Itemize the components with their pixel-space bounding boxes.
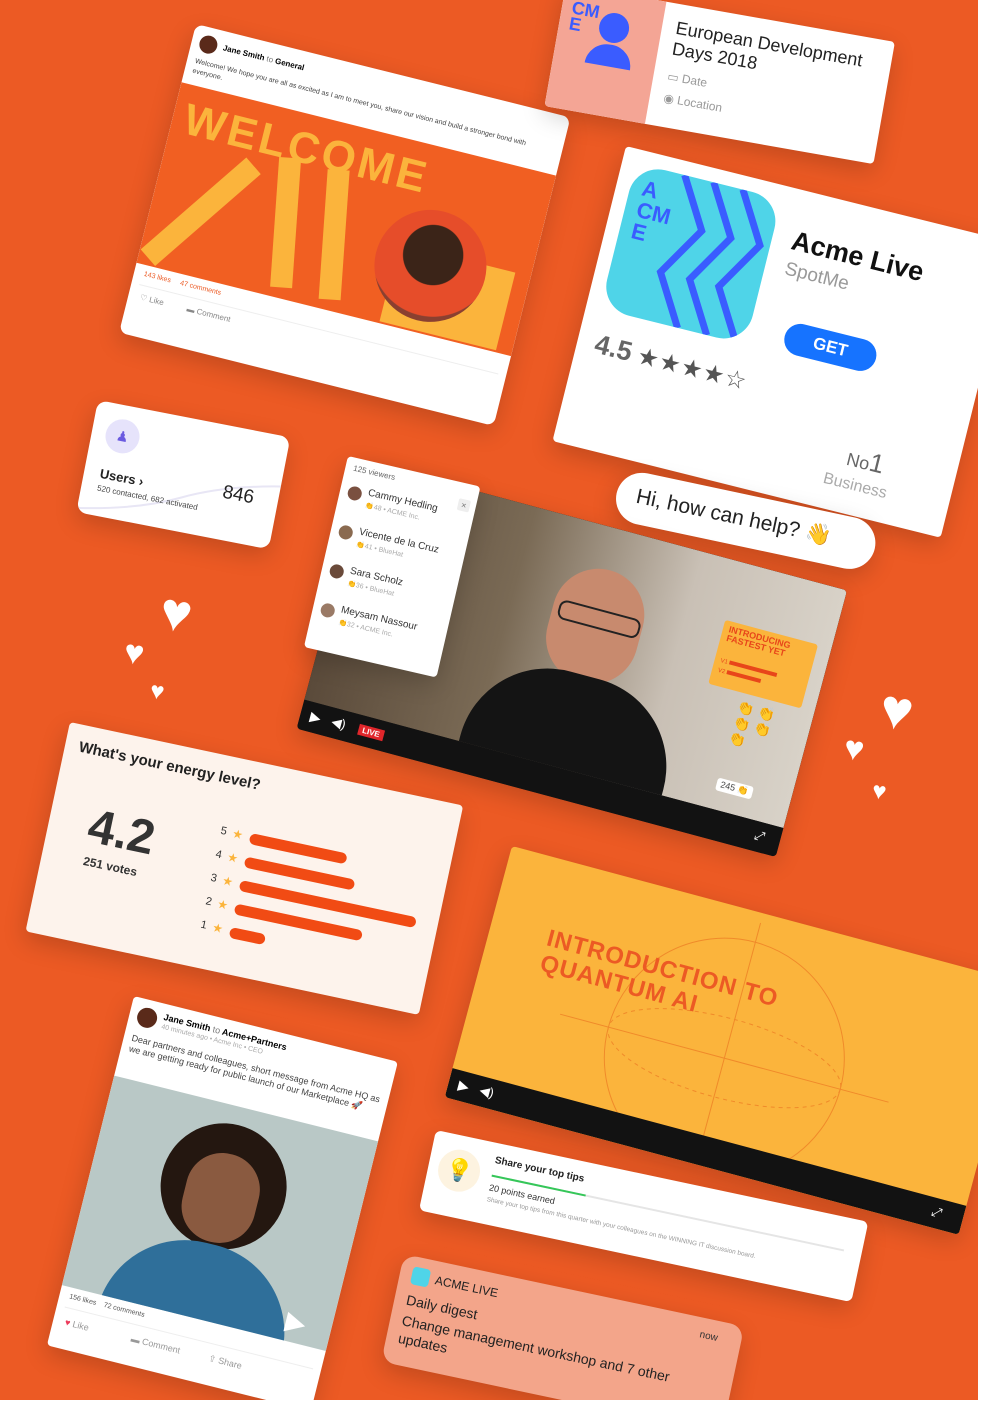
tips-description: Share your top tips from this quarter wi…: [485, 1196, 757, 1261]
comment-button[interactable]: ▬ Comment: [186, 304, 232, 324]
event-logo-text: CM E: [567, 0, 602, 36]
star-icon: ★: [225, 849, 240, 866]
volume-icon[interactable]: ◀): [330, 714, 348, 733]
heart-outline-icon: ♡: [139, 292, 149, 304]
notification-body: Change management workshop and 7 other u…: [396, 1312, 672, 1385]
app-icon[interactable]: A CM E: [599, 162, 782, 345]
woman-body: [97, 1221, 304, 1351]
event-logo: CM E: [544, 0, 667, 124]
heart-icon: ♥: [155, 580, 198, 646]
person-broadcast-icon: [596, 10, 632, 46]
rating-bar[interactable]: [228, 926, 267, 946]
event-location-label: Location: [676, 93, 724, 115]
banner-stripe: [318, 169, 350, 301]
notification-time: now: [698, 1329, 719, 1344]
post-author[interactable]: Jane Smith: [222, 43, 266, 62]
viewers-title: 125 viewers: [352, 463, 397, 483]
fullscreen-icon[interactable]: ⤢: [753, 827, 767, 845]
star-rating: ★★★★☆: [634, 341, 750, 396]
star-icon: ★: [216, 896, 230, 913]
banner-stripe: [270, 156, 302, 289]
viewer-avatar: [328, 563, 346, 580]
share-label: Share: [217, 1355, 243, 1371]
viewer-avatar: [346, 485, 364, 502]
like-label: Like: [71, 1319, 90, 1333]
likes-count[interactable]: 143 likes: [143, 271, 172, 284]
half-star-icon: ☆: [721, 364, 751, 396]
rating-star-label: 2: [204, 895, 213, 909]
rank-number: 1: [866, 446, 888, 480]
energy-poll-card: What's your energy level? 4.2 251 votes …: [25, 722, 464, 1015]
comment-label: Comment: [141, 1336, 182, 1356]
post-connector: to: [265, 54, 275, 65]
post-channel[interactable]: General: [274, 56, 305, 72]
person-broadcast-icon-body: [584, 40, 634, 71]
background-canvas: Jane Smith to General Welcome! We hope y…: [0, 0, 978, 1400]
share-button[interactable]: ⇧ Share: [207, 1353, 243, 1372]
live-badge: LIVE: [357, 723, 385, 742]
star-icon: ★: [230, 826, 245, 843]
viewer-avatar: [319, 602, 337, 619]
rating-star-label: 4: [214, 848, 223, 862]
push-notification[interactable]: ACME LIVE now Daily digest Change manage…: [381, 1254, 745, 1400]
like-button[interactable]: ♥ Like: [64, 1317, 90, 1333]
poll-option-label: V2: [717, 667, 726, 676]
lightbulb-icon: 💡: [434, 1145, 484, 1196]
viewer-avatar: [337, 524, 355, 541]
heart-icon: ♥: [874, 675, 919, 744]
heart-icon: ♥: [841, 728, 867, 770]
star-icon: ★: [211, 920, 225, 937]
heart-icon: ♥: [148, 677, 167, 706]
location-pin-icon: ◉: [662, 90, 676, 107]
fullscreen-icon[interactable]: ⤢: [930, 1203, 944, 1221]
author-avatar[interactable]: [197, 33, 220, 56]
rating-star-label: 1: [199, 918, 208, 932]
event-date-label: Date: [680, 71, 709, 90]
partner-post-card: Jane Smith to Acme+Partners 40 minutes a…: [46, 996, 398, 1400]
heart-icon: ♥: [121, 632, 147, 674]
clap-count: 245: [719, 779, 737, 793]
likes-count[interactable]: 156 likes: [68, 1293, 97, 1306]
poll-question: What's your energy level?: [77, 738, 263, 794]
heart-filled-icon: ♥: [63, 1317, 72, 1329]
banner-stripe: [140, 157, 261, 266]
acme-app-icon: [409, 1266, 432, 1288]
like-button[interactable]: ♡ Like: [139, 293, 165, 308]
welcome-post-card: Jane Smith to General Welcome! We hope y…: [119, 24, 571, 426]
comment-label: Comment: [195, 306, 232, 324]
rating-star-label: 3: [209, 871, 218, 885]
notification-app-name: ACME LIVE: [433, 1273, 500, 1301]
clap-icon: 👏: [736, 783, 750, 797]
play-icon[interactable]: ▶: [456, 1077, 471, 1096]
rating-value: 4.5: [591, 328, 636, 368]
heart-icon: ♥: [870, 777, 889, 806]
play-icon[interactable]: ▶: [308, 708, 323, 727]
comment-icon: ▬: [185, 304, 196, 316]
share-icon: ⇧: [207, 1352, 218, 1365]
calendar-icon: ▭: [666, 69, 680, 85]
app-store-card: A CM E Acme Live SpotMe GET 4.5 ★★★★☆ No…: [552, 146, 978, 538]
post-connector: to: [211, 1024, 222, 1036]
comment-button[interactable]: ▬ Comment: [130, 1334, 181, 1356]
poll-option-label: V1: [719, 658, 729, 666]
volume-icon[interactable]: ◀): [478, 1082, 496, 1101]
like-label: Like: [148, 295, 165, 308]
rating-star-label: 5: [219, 824, 228, 838]
comment-icon: ▬: [129, 1333, 142, 1346]
star-icon: ★: [220, 873, 235, 890]
get-button[interactable]: GET: [780, 320, 880, 375]
users-widget[interactable]: ♟ Users › 846 520 contacted, 682 activat…: [76, 400, 291, 550]
tips-title: Share your top tips: [493, 1155, 586, 1185]
event-card[interactable]: CM E European Development Days 2018 ▭ Da…: [544, 0, 895, 165]
author-avatar[interactable]: [134, 1005, 160, 1030]
video-play-icon[interactable]: ▶: [282, 1305, 310, 1340]
